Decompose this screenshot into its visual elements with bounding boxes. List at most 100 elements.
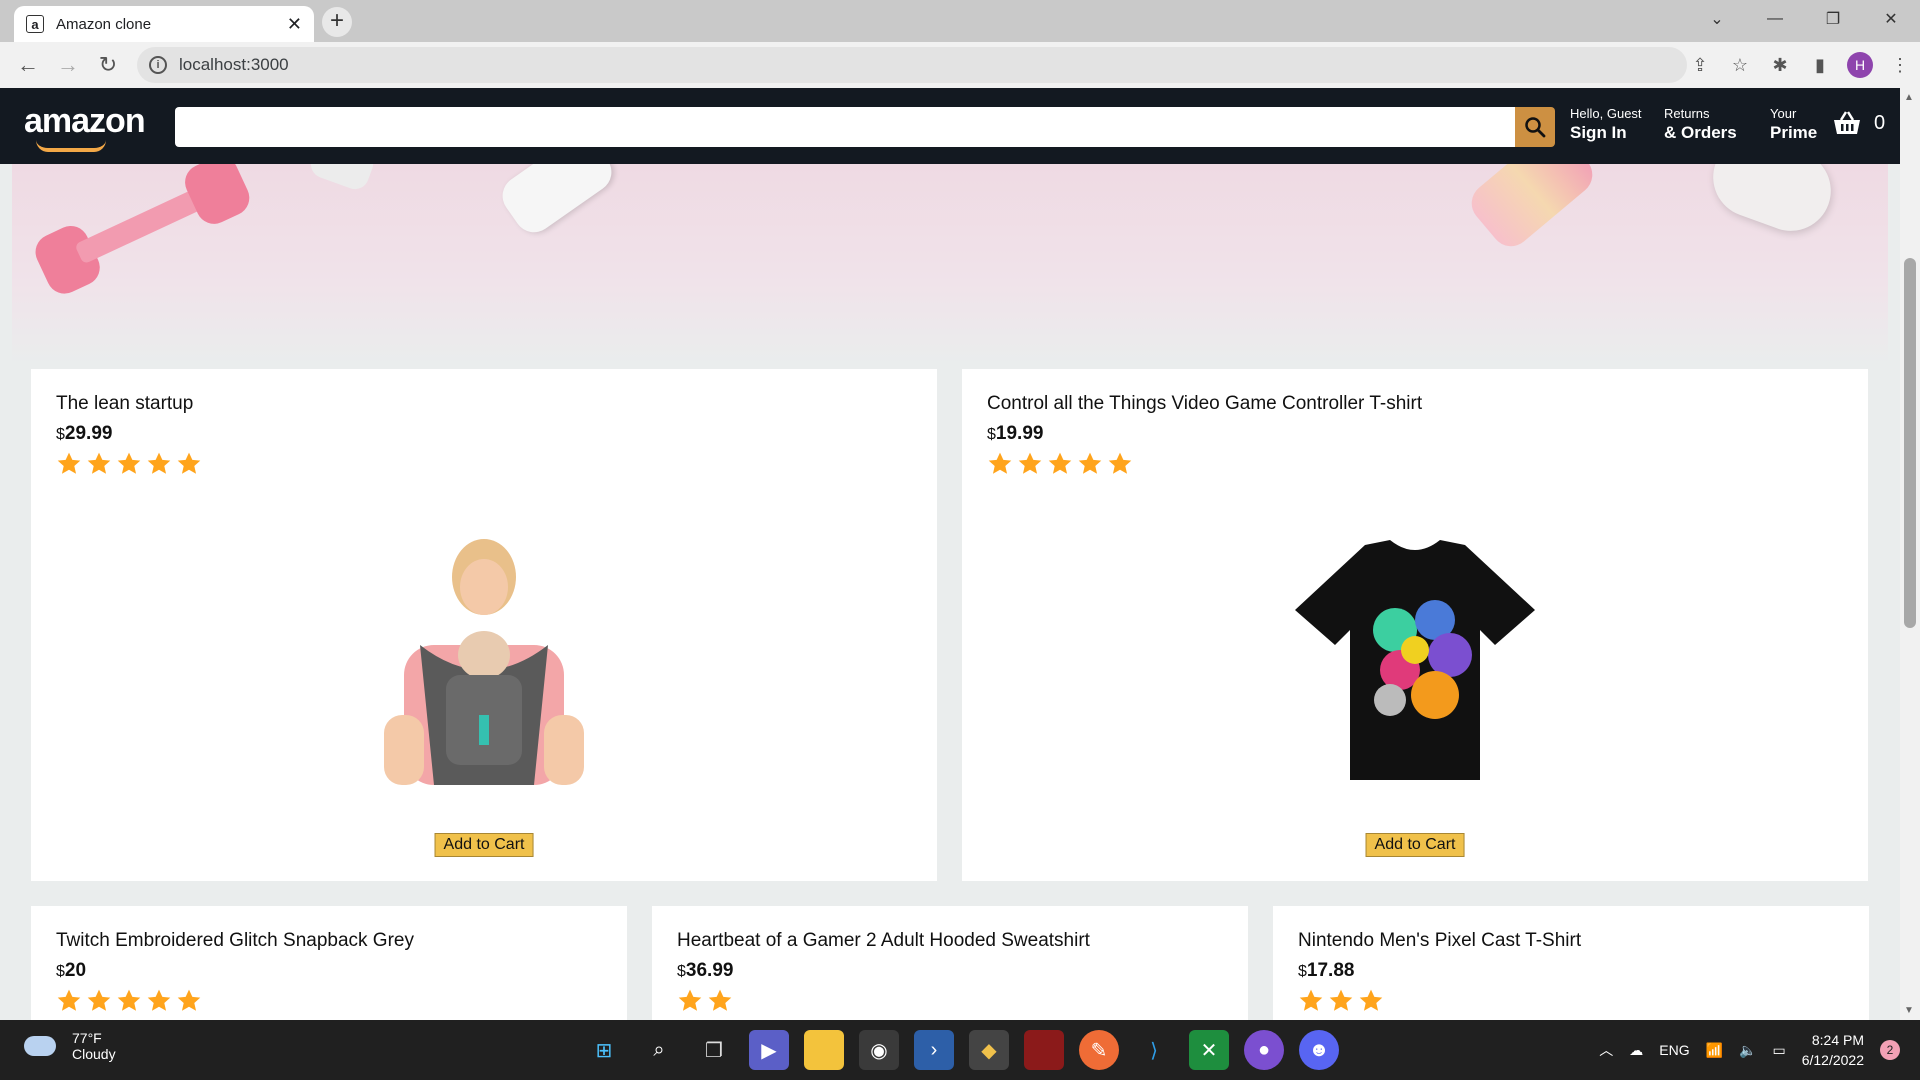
returns-orders-option[interactable]: Returns & Orders xyxy=(1664,106,1737,143)
prime-option[interactable]: Your Prime xyxy=(1770,106,1817,143)
basket-button[interactable]: 0 xyxy=(1832,110,1885,136)
prime-text: Prime xyxy=(1770,123,1818,142)
product-price: $19.99 xyxy=(987,423,1044,444)
product-card: Nintendo Men's Pixel Cast T-Shirt $17.88 xyxy=(1273,906,1869,1020)
discord-icon[interactable]: ☻ xyxy=(1299,1030,1339,1070)
star-icon xyxy=(87,452,111,474)
windows-taskbar: 77°F Cloudy ⊞ ⌕ ❐ ▶ ◉ › ◆ ✎ ⟩ ✕ ● ☻ ︿ ☁ … xyxy=(0,1020,1920,1080)
product-card: The lean startup $29.99 Add to Cart xyxy=(31,369,937,881)
star-icon xyxy=(147,989,171,1011)
logo-text: amazon xyxy=(24,102,146,140)
browser-tab[interactable]: a Amazon clone ✕ xyxy=(14,6,314,42)
tray-overflow-icon[interactable]: ︿ xyxy=(1599,1040,1613,1060)
cloud-icon xyxy=(24,1036,56,1056)
teams-chat-icon[interactable]: ▶ xyxy=(749,1030,789,1070)
weather-widget[interactable]: 77°F Cloudy xyxy=(24,1030,116,1062)
product-rating xyxy=(987,451,1843,477)
file-explorer-icon[interactable] xyxy=(804,1030,844,1070)
address-bar[interactable]: i localhost:3000 xyxy=(137,47,1687,83)
url-text: localhost:3000 xyxy=(179,55,289,74)
bottle-illustration xyxy=(306,164,378,194)
postman-icon[interactable]: ✎ xyxy=(1079,1030,1119,1070)
browser-tab-bar: a Amazon clone ✕ + ⌄ — ❐ ✕ xyxy=(0,0,1920,42)
amazon-favicon-icon: a xyxy=(26,15,44,33)
search-icon xyxy=(1525,117,1546,138)
onedrive-icon[interactable]: ☁ xyxy=(1629,1042,1643,1059)
reload-icon[interactable]: ↻ xyxy=(88,47,128,83)
product-rating xyxy=(56,988,602,1014)
game-app-icon[interactable] xyxy=(1024,1030,1064,1070)
minimize-icon[interactable]: — xyxy=(1746,0,1804,38)
star-icon xyxy=(1048,452,1072,474)
sign-in-option[interactable]: Hello, Guest Sign In xyxy=(1570,106,1642,143)
earbuds-illustration xyxy=(1701,164,1843,243)
clock[interactable]: 8:24 PM 6/12/2022 xyxy=(1802,1030,1864,1070)
product-price: $29.99 xyxy=(56,423,113,444)
baby-carrier-image xyxy=(384,539,584,785)
orders-text: & Orders xyxy=(1664,123,1737,142)
battery-icon[interactable]: ▭ xyxy=(1772,1042,1785,1059)
weather-condition: Cloudy xyxy=(72,1046,116,1062)
window-controls: ⌄ — ❐ ✕ xyxy=(1688,0,1920,38)
restore-icon[interactable]: ❐ xyxy=(1804,0,1862,38)
add-to-cart-button[interactable]: Add to Cart xyxy=(1365,833,1465,857)
git-client-icon[interactable]: ◆ xyxy=(969,1030,1009,1070)
bookmark-star-icon[interactable]: ☆ xyxy=(1720,55,1760,76)
site-info-icon[interactable]: i xyxy=(149,56,167,74)
extensions-icon[interactable]: ✱ xyxy=(1760,55,1800,76)
search-button[interactable] xyxy=(1515,107,1555,147)
game-controller-tshirt-image xyxy=(1295,540,1535,780)
amazon-header: amazon Hello, Guest Sign In Returns & Or… xyxy=(0,88,1900,164)
github-icon[interactable]: ● xyxy=(1244,1030,1284,1070)
amazon-logo[interactable]: amazon xyxy=(24,102,146,152)
product-rating xyxy=(677,988,1223,1014)
tab-search-icon[interactable]: ⌄ xyxy=(1688,0,1746,38)
product-card: Control all the Things Video Game Contro… xyxy=(962,369,1868,881)
product-card: Heartbeat of a Gamer 2 Adult Hooded Swea… xyxy=(652,906,1248,1020)
tab-title: Amazon clone xyxy=(56,15,152,33)
wifi-icon[interactable]: 📶 xyxy=(1706,1042,1723,1059)
star-icon xyxy=(708,989,732,1011)
product-price: $20 xyxy=(56,960,87,981)
page-scrollbar[interactable]: ▲ ▼ xyxy=(1900,88,1920,1020)
star-icon xyxy=(147,452,171,474)
star-icon xyxy=(988,452,1012,474)
chrome-icon[interactable]: ◉ xyxy=(859,1030,899,1070)
search-input[interactable] xyxy=(175,107,1515,147)
forward-icon[interactable]: → xyxy=(48,47,88,83)
scroll-up-icon[interactable]: ▲ xyxy=(1904,92,1914,103)
notification-badge[interactable]: 2 xyxy=(1880,1040,1900,1060)
star-icon xyxy=(87,989,111,1011)
scrollbar-thumb[interactable] xyxy=(1904,258,1916,628)
temperature: 77°F xyxy=(72,1030,102,1046)
volume-icon[interactable]: 🔈 xyxy=(1739,1042,1756,1059)
menu-kebab-icon[interactable]: ⋮ xyxy=(1880,55,1920,76)
new-tab-button[interactable]: + xyxy=(322,7,352,37)
share-icon[interactable]: ⇪ xyxy=(1680,55,1720,76)
xbox-icon[interactable]: ✕ xyxy=(1189,1030,1229,1070)
scroll-down-icon[interactable]: ▼ xyxy=(1904,1005,1914,1016)
language-indicator[interactable]: ENG xyxy=(1659,1042,1689,1058)
home-content: The lean startup $29.99 Add to Cart Cont… xyxy=(0,164,1900,1020)
star-icon xyxy=(1078,452,1102,474)
product-title: Heartbeat of a Gamer 2 Adult Hooded Swea… xyxy=(677,930,1090,951)
add-to-cart-button[interactable]: Add to Cart xyxy=(434,833,534,857)
star-icon xyxy=(1018,452,1042,474)
vscode-icon[interactable]: ⟩ xyxy=(1134,1030,1174,1070)
product-rating xyxy=(56,451,912,477)
task-view-icon[interactable]: ❐ xyxy=(694,1030,734,1070)
tab-close-icon[interactable]: ✕ xyxy=(287,14,302,35)
star-icon xyxy=(1329,989,1353,1011)
star-icon xyxy=(177,452,201,474)
windows-start-icon[interactable]: ⊞ xyxy=(584,1030,624,1070)
star-icon xyxy=(177,989,201,1011)
side-panel-icon[interactable]: ▮ xyxy=(1800,55,1840,76)
dumbbell-illustration xyxy=(29,164,256,300)
hero-banner-image xyxy=(12,164,1888,364)
search-icon[interactable]: ⌕ xyxy=(639,1030,679,1070)
terminal-icon[interactable]: › xyxy=(914,1030,954,1070)
close-window-icon[interactable]: ✕ xyxy=(1862,0,1920,38)
browser-toolbar: ← → ↻ i localhost:3000 ⇪ ☆ ✱ ▮ H ⋮ xyxy=(0,42,1920,88)
back-icon[interactable]: ← xyxy=(8,47,48,83)
profile-avatar[interactable]: H xyxy=(1847,52,1873,78)
